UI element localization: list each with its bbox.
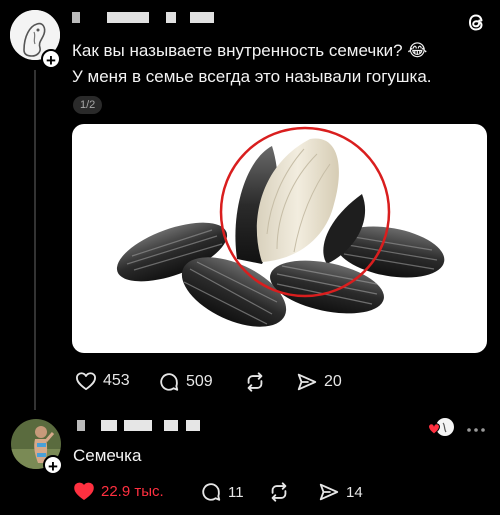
- thread-connector: [34, 70, 36, 410]
- author-name-redacted: [72, 12, 80, 23]
- post-comment-button[interactable]: 509: [158, 371, 213, 393]
- liked-by-author-badge: [427, 417, 456, 439]
- reply-like-button[interactable]: 22.9 тыс.: [73, 481, 164, 501]
- post-repost-button[interactable]: [244, 371, 266, 393]
- share-icon: [297, 373, 317, 391]
- post-share-button[interactable]: 20: [296, 371, 342, 393]
- post-text-line2: У меня в семье всегда это называли гогуш…: [72, 67, 432, 86]
- author-name-redacted: [107, 12, 149, 23]
- post-share-count: 20: [324, 373, 342, 390]
- post-comment-count: 509: [186, 373, 213, 390]
- reply-text: Семечка: [73, 446, 142, 465]
- reply-comment-button[interactable]: 11: [200, 481, 244, 503]
- post-like-count: 453: [103, 372, 130, 389]
- more-icon[interactable]: [466, 421, 486, 432]
- author-name-redacted: [166, 12, 176, 23]
- reply-author-name-redacted: [164, 420, 178, 431]
- repost-icon: [247, 372, 263, 392]
- reply-author-name-redacted: [77, 420, 85, 431]
- image-counter: 1/2: [73, 96, 103, 114]
- reply-author-name-redacted: [124, 420, 152, 431]
- reply-repost-button[interactable]: [268, 481, 290, 503]
- threads-icon[interactable]: [464, 10, 488, 34]
- follow-reply-author-button[interactable]: +: [43, 455, 63, 476]
- post-text-line1: Как вы называете внутренность семечки? 😂: [72, 41, 428, 60]
- post-like-button[interactable]: 453: [75, 371, 130, 391]
- share-icon: [319, 483, 339, 501]
- repost-icon: [271, 482, 287, 502]
- comment-icon: [160, 373, 179, 391]
- follow-author-button[interactable]: +: [41, 49, 61, 70]
- author-name-redacted: [190, 12, 214, 23]
- reply-share-count: 14: [346, 483, 363, 501]
- heart-icon: [76, 372, 96, 391]
- reply-author-name-redacted: [186, 420, 200, 431]
- reply-like-count: 22.9 тыс.: [101, 482, 164, 500]
- heart-filled-icon: [74, 482, 94, 500]
- reply-author-name-redacted: [101, 420, 117, 431]
- post-image[interactable]: [72, 124, 487, 353]
- sunflower-seeds-illustration: [116, 126, 445, 327]
- reply-comment-count: 11: [228, 483, 244, 501]
- reply-share-button[interactable]: 14: [318, 481, 363, 503]
- comment-icon: [202, 483, 221, 501]
